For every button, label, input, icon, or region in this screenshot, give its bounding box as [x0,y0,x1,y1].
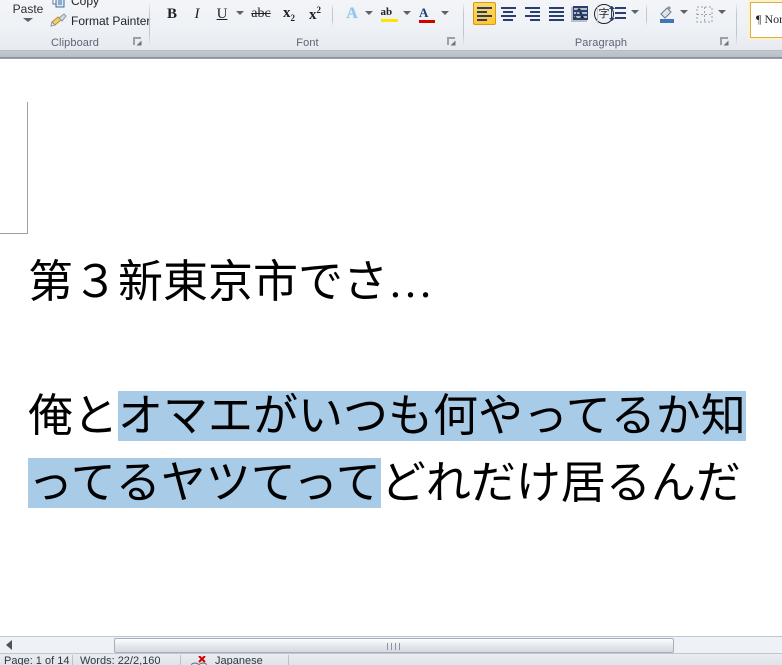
font-color-button[interactable]: A [415,3,439,25]
paragraph-dialog-launcher-icon[interactable] [719,36,731,48]
text-run: 俺と [28,391,118,441]
ribbon-group-clipboard: Paste Copy [0,0,150,50]
font-group-label: Font [151,37,464,49]
format-painter-icon [50,13,68,28]
bold-button[interactable]: B [161,3,183,25]
chevron-down-icon[interactable] [23,18,33,22]
superscript-icon: x2 [309,6,321,23]
italic-icon: I [195,7,200,22]
style-normal-button[interactable]: ¶ Nor [750,2,782,38]
underline-icon: U [217,7,228,22]
line-spacing-chevron-down-icon[interactable] [631,10,639,14]
scroll-left-button[interactable] [0,637,17,653]
borders-chevron-down-icon[interactable] [718,10,726,14]
paste-button[interactable]: Paste [6,0,50,32]
highlight-chevron-down-icon[interactable] [403,11,411,15]
ribbon-group-font: B I U abc x2 x2 A [151,0,464,50]
shading-chevron-down-icon[interactable] [680,10,688,14]
status-divider [72,655,73,665]
proofing-error-icon [190,656,208,665]
ribbon: Paste Copy [0,0,782,51]
copy-button[interactable]: Copy [50,0,99,9]
superscript-button[interactable]: x2 [303,3,327,25]
paste-button-label: Paste [6,2,50,16]
text-effects-chevron-down-icon[interactable] [365,11,373,15]
document-area: 第３新東京市でさ… 俺とオマエがいつも何やってるか知ってるヤツてってどれだけ居る… [0,51,782,636]
triangle-left-icon [6,640,12,650]
clipboard-dialog-launcher-icon[interactable] [132,36,144,48]
subscript-icon: x2 [283,6,295,23]
paragraph-inner-separator-2 [646,4,647,26]
style-normal-label: ¶ Nor [756,12,782,27]
document-top-band [0,51,782,58]
text-boundary-marker-foot [0,233,28,234]
status-divider [180,655,181,665]
font-inner-separator [332,4,333,26]
word-window: Paste Copy [0,0,782,665]
status-proofing-button[interactable] [190,655,208,665]
ribbon-group-styles: ¶ Nor [744,0,782,50]
strikethrough-button[interactable]: abc [247,3,275,25]
copy-icon [50,0,68,8]
highlight-icon: ab [381,7,398,22]
grip-icon [387,643,401,650]
distributed-button[interactable] [569,2,592,25]
paragraph-1[interactable]: 第３新東京市でさ… [28,249,768,316]
strikethrough-icon: abc [251,7,270,21]
line-spacing-button[interactable] [606,2,630,25]
font-color-chevron-down-icon[interactable] [441,11,449,15]
scrollbar-thumb[interactable] [114,638,674,653]
underline-button[interactable]: U [211,3,233,25]
group-separator [463,2,464,46]
font-dialog-launcher-icon[interactable] [446,36,458,48]
text-highlight-color-button[interactable]: ab [377,3,401,25]
copy-button-label: Copy [71,0,99,8]
group-separator [736,2,737,46]
ribbon-group-paragraph: Paragraph [465,0,737,50]
bold-icon: B [167,7,177,22]
shading-button[interactable] [655,2,679,25]
status-bar: Page: 1 of 14 Words: 22/2,160 Japanese [0,653,782,665]
text-run: 第３新東京市 [28,257,298,307]
text-run: でさ… [298,257,433,307]
justify-button[interactable] [545,2,568,25]
format-painter-button-label: Format Painter [71,14,150,28]
align-right-button[interactable] [521,2,544,25]
status-page-indicator[interactable]: Page: 1 of 14 [4,655,69,665]
document-page[interactable]: 第３新東京市でさ… 俺とオマエがいつも何やってるか知ってるヤツてってどれだけ居る… [0,59,782,636]
group-separator [149,2,150,46]
horizontal-scrollbar[interactable] [0,636,782,653]
paragraph-group-label: Paragraph [465,37,737,49]
text-boundary-marker [27,102,28,234]
italic-button[interactable]: I [186,3,208,25]
clipboard-group-label: Clipboard [0,37,150,49]
align-left-button[interactable] [473,2,496,25]
text-effects-icon: A [346,6,358,22]
subscript-button[interactable]: x2 [277,3,301,25]
paragraph-2[interactable]: 俺とオマエがいつも何やってるか知ってるヤツてってどれだけ居るんだ [28,383,768,517]
align-center-button[interactable] [497,2,520,25]
status-language[interactable]: Japanese [215,655,263,665]
borders-button[interactable] [693,2,717,25]
text-effects-button[interactable]: A [341,3,363,25]
empty-paragraph[interactable] [28,316,768,383]
font-color-icon: A [419,6,435,23]
underline-chevron-down-icon[interactable] [236,11,244,15]
format-painter-button[interactable]: Format Painter [50,12,150,29]
paragraph-inner-separator [597,4,598,26]
status-word-count[interactable]: Words: 22/2,160 [80,655,161,665]
text-run: どれだけ居るんだ [381,458,741,508]
document-text[interactable]: 第３新東京市でさ… 俺とオマエがいつも何やってるか知ってるヤツてってどれだけ居る… [28,249,768,517]
status-divider [288,655,289,665]
